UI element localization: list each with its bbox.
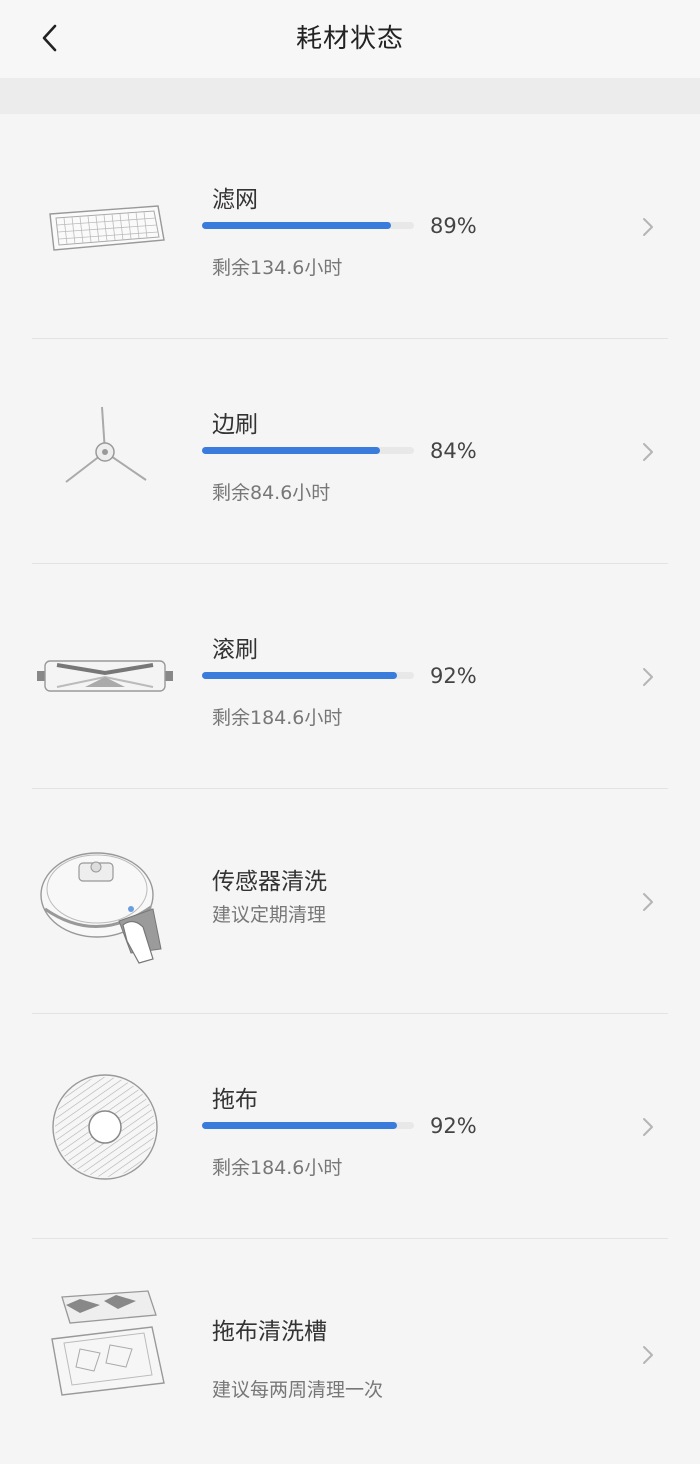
percent-label: 92% [430, 664, 477, 688]
percent-label: 84% [430, 439, 477, 463]
filter-icon [30, 162, 180, 292]
page-title: 耗材状态 [295, 24, 404, 54]
item-name: 边刷 [212, 412, 258, 438]
percent-label: 89% [430, 214, 477, 238]
roller-brush-icon [30, 612, 180, 742]
chevron-right-icon [643, 893, 653, 911]
mop-icon [30, 1062, 180, 1192]
percent-label: 92% [430, 1114, 477, 1138]
chevron-right-icon [643, 668, 653, 686]
remaining-time: 剩余134.6小时 [212, 257, 343, 279]
progress-bar [202, 447, 414, 454]
item-name: 传感器清洗 [212, 869, 327, 895]
consumable-item-side-brush[interactable]: 边刷 84% 剩余84.6小时 [0, 339, 700, 564]
item-name: 滚刷 [212, 637, 258, 663]
item-name: 拖布 [212, 1087, 258, 1113]
chevron-right-icon [643, 1346, 653, 1364]
sensor-cleaning-icon [30, 837, 180, 967]
progress-fill [202, 222, 391, 229]
top-bar: 耗材状态 [0, 0, 700, 78]
progress-fill [202, 1122, 398, 1129]
chevron-right-icon [643, 443, 653, 461]
remaining-time: 剩余84.6小时 [212, 482, 331, 504]
item-name: 滤网 [212, 187, 258, 213]
chevron-right-icon [643, 218, 653, 236]
remaining-time: 剩余184.6小时 [212, 707, 343, 729]
consumables-list: 滤网 89% 剩余134.6小时 边刷 84% 剩余84.6小时 滚刷 92% … [0, 114, 700, 1464]
remaining-time: 剩余184.6小时 [212, 1157, 343, 1179]
consumable-item-sensor-cleaning[interactable]: 传感器清洗 建议定期清理 [0, 789, 700, 1014]
progress-bar [202, 1122, 414, 1129]
maintenance-tip: 建议定期清理 [212, 904, 327, 926]
progress-fill [202, 447, 381, 454]
mop-tray-icon [30, 1279, 180, 1409]
item-name: 拖布清洗槽 [212, 1319, 327, 1345]
consumable-item-roller-brush[interactable]: 滚刷 92% 剩余184.6小时 [0, 564, 700, 789]
progress-fill [202, 672, 398, 679]
consumable-item-mop[interactable]: 拖布 92% 剩余184.6小时 [0, 1014, 700, 1239]
consumable-item-filter[interactable]: 滤网 89% 剩余134.6小时 [0, 114, 700, 339]
maintenance-tip: 建议每两周清理一次 [212, 1379, 384, 1401]
progress-bar [202, 222, 414, 229]
header-separator [0, 78, 700, 114]
chevron-right-icon [643, 1118, 653, 1136]
consumable-item-mop-tray[interactable]: 拖布清洗槽 建议每两周清理一次 [0, 1239, 700, 1464]
side-brush-icon [30, 387, 180, 517]
progress-bar [202, 672, 414, 679]
